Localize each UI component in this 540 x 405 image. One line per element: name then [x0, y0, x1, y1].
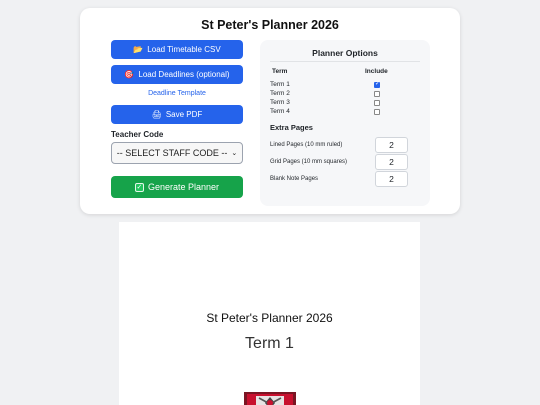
- planner-card: St Peter's Planner 2026 📂 Load Timetable…: [80, 8, 460, 214]
- preview-title: St Peter's Planner 2026: [206, 311, 333, 325]
- save-pdf-button[interactable]: 🖨 Save PDF: [111, 105, 243, 124]
- preview-subtitle: Term 1: [245, 335, 294, 352]
- extra-page-name: Grid Pages (10 mm squares): [270, 159, 348, 165]
- chevron-down-icon: ⌄: [231, 150, 238, 157]
- load-deadlines-label: Load Deadlines (optional): [138, 70, 230, 79]
- options-divider: [270, 61, 420, 62]
- include-column-header: Include: [365, 68, 388, 75]
- deadline-template-link[interactable]: Deadline Template: [111, 90, 243, 97]
- term-name: Term 4: [270, 108, 290, 115]
- term-row: Term 4: [270, 108, 420, 117]
- grid-pages-input[interactable]: 2: [375, 154, 408, 170]
- load-deadlines-button[interactable]: 🎯 Load Deadlines (optional): [111, 65, 243, 84]
- generate-planner-button[interactable]: ✓ Generate Planner: [111, 176, 243, 198]
- options-title: Planner Options: [312, 48, 378, 58]
- app-title: St Peter's Planner 2026: [201, 18, 339, 32]
- term-name: Term 2: [270, 90, 290, 97]
- staff-code-value: -- SELECT STAFF CODE --: [116, 148, 228, 158]
- term-4-checkbox[interactable]: [374, 109, 380, 115]
- controls-column: 📂 Load Timetable CSV 🎯 Load Deadlines (o…: [111, 40, 243, 198]
- extra-page-name: Blank Note Pages: [270, 176, 319, 182]
- term-column-header: Term: [272, 68, 288, 75]
- check-icon: ✓: [134, 182, 144, 192]
- blank-pages-input[interactable]: 2: [375, 171, 408, 187]
- term-name: Term 1: [270, 81, 290, 88]
- term-1-checkbox[interactable]: [374, 80, 380, 88]
- planner-preview-page: St Peter's Planner 2026 Term 1: [119, 222, 420, 405]
- load-timetable-button[interactable]: 📂 Load Timetable CSV: [111, 40, 243, 59]
- term-row: Term 2: [270, 90, 420, 99]
- generate-planner-label: Generate Planner: [147, 182, 220, 192]
- term-row: Term 3: [270, 99, 420, 108]
- term-3-checkbox[interactable]: [374, 100, 380, 106]
- load-timetable-label: Load Timetable CSV: [147, 45, 221, 54]
- term-name: Term 3: [270, 99, 290, 106]
- extra-page-name: Lined Pages (10 mm ruled): [270, 142, 343, 148]
- target-icon: 🎯: [124, 70, 135, 79]
- term-row: Term 1: [270, 80, 420, 90]
- extra-pages-title: Extra Pages: [270, 123, 313, 132]
- folder-icon: 📂: [133, 45, 144, 54]
- teacher-code-label: Teacher Code: [111, 130, 164, 139]
- save-pdf-label: Save PDF: [165, 110, 203, 119]
- term-2-checkbox[interactable]: [374, 91, 380, 97]
- lined-pages-input[interactable]: 2: [375, 137, 408, 153]
- school-crest-icon: [244, 392, 296, 405]
- extra-page-row: Grid Pages (10 mm squares) 2: [270, 154, 420, 170]
- staff-code-select[interactable]: -- SELECT STAFF CODE -- ⌄: [111, 142, 243, 164]
- extra-page-row: Lined Pages (10 mm ruled) 2: [270, 137, 420, 153]
- planner-options-panel: Planner Options Term Include Term 1 Term…: [260, 40, 430, 206]
- printer-icon: 🖨: [151, 110, 162, 119]
- extra-page-row: Blank Note Pages 2: [270, 171, 420, 187]
